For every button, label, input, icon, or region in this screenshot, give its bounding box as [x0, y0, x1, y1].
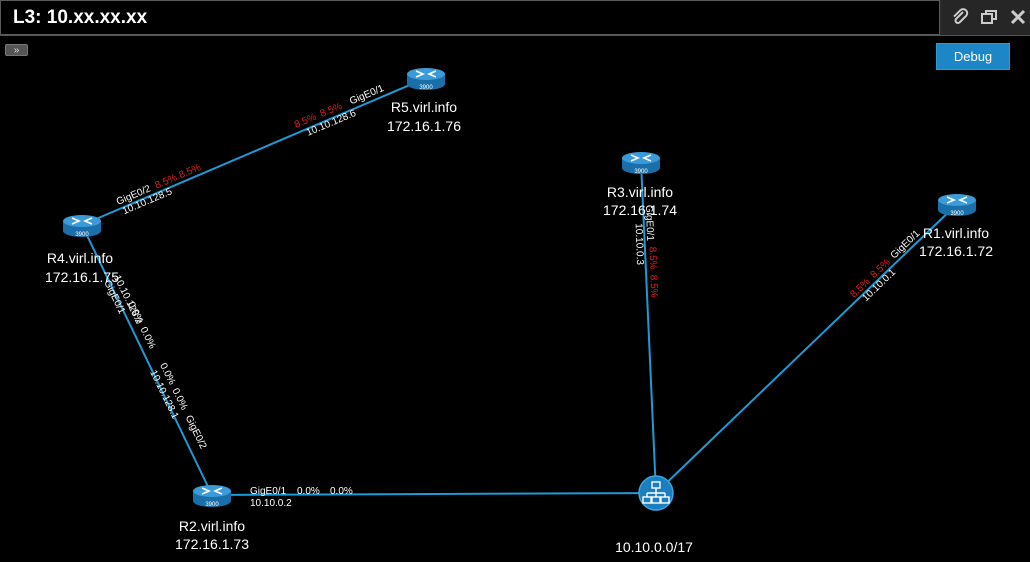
util-out: 0.0% [330, 486, 353, 497]
node-name: R5.virl.info [391, 99, 457, 115]
router-model: 3900 [419, 85, 433, 91]
node-name: R3.virl.info [607, 184, 673, 200]
interface-label: GigE0/1 [250, 486, 287, 497]
topology-canvas: 3900 3900 3900 3900 3900 R5.virl.info 17… [45, 67, 993, 555]
paperclip-icon[interactable] [950, 7, 970, 27]
interface-label: GigE0/1 [889, 228, 923, 261]
window-titlebar: L3: 10.xx.xx.xx [0, 0, 1030, 36]
util-out: 8.5% [647, 275, 659, 298]
restore-window-icon[interactable] [979, 7, 999, 27]
router-model: 3900 [634, 169, 648, 175]
router-r5[interactable]: 3900 [406, 67, 446, 91]
node-ip: 172.16.1.72 [919, 243, 993, 259]
router-model: 3900 [205, 502, 219, 508]
util-in: 8.5% [646, 247, 658, 270]
router-r1[interactable]: 3900 [937, 193, 977, 217]
router-r3[interactable]: 3900 [621, 151, 661, 175]
router-r2[interactable]: 3900 [192, 484, 232, 508]
node-ip: 172.16.1.74 [603, 202, 677, 218]
node-name: R1.virl.info [923, 225, 989, 241]
router-r4[interactable]: 3900 [62, 214, 102, 238]
subnet-label: 10.10.0.0/17 [615, 539, 693, 555]
router-model: 3900 [950, 211, 964, 217]
node-name: R4.virl.info [47, 250, 113, 266]
interface-label: GigE0/2 [183, 414, 209, 452]
close-icon[interactable] [1008, 7, 1028, 27]
node-ip: 172.16.1.73 [175, 536, 249, 552]
router-model: 3900 [75, 232, 89, 238]
window-title-box: L3: 10.xx.xx.xx [0, 0, 940, 35]
interface-address: 10.10.0.3 [633, 223, 645, 266]
subnet-switch[interactable] [638, 475, 674, 511]
window-controls [942, 0, 1030, 35]
node-name: R2.virl.info [179, 518, 245, 534]
interface-address: 10.10.0.2 [250, 498, 292, 509]
link-r1-switch[interactable] [655, 203, 958, 494]
node-ip: 172.16.1.76 [387, 118, 461, 134]
util-in: 0.0% [297, 486, 320, 497]
window-title: L3: 10.xx.xx.xx [13, 7, 148, 28]
